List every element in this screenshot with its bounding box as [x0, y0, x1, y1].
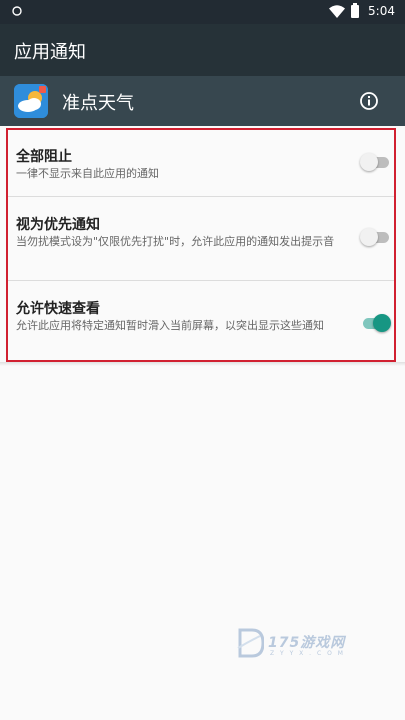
watermark-text: 175游戏网 [268, 635, 346, 651]
notification-settings-list: 全部阻止 一律不显示来自此应用的通知 视为优先通知 当勿扰模式设为"仅限优先打扰… [6, 128, 396, 362]
peek-toggle[interactable] [360, 313, 391, 333]
setting-label: 视为优先通知 [16, 217, 100, 233]
setting-description: 当勿扰模式设为"仅限优先打扰"时，允许此应用的通知发出提示音 [16, 235, 335, 248]
info-icon[interactable] [359, 91, 379, 111]
app-name: 准点天气 [62, 93, 134, 114]
setting-description: 一律不显示来自此应用的通知 [16, 167, 159, 180]
watermark-logo-icon [237, 628, 264, 658]
status-bar: 5:04 [0, 0, 405, 24]
setting-priority[interactable]: 视为优先通知 当勿扰模式设为"仅限优先打扰"时，允许此应用的通知发出提示音 [8, 197, 394, 280]
setting-description: 允许此应用将特定通知暂时滑入当前屏幕，以突出显示这些通知 [16, 319, 324, 332]
status-time: 5:04 [368, 4, 395, 18]
watermark: 175游戏网 Z Y Y X . C O M [236, 628, 366, 664]
block-all-toggle[interactable] [360, 152, 390, 172]
app-header: 准点天气 [0, 76, 405, 126]
battery-icon [351, 3, 359, 18]
toolbar: 应用通知 [0, 24, 405, 76]
priority-toggle[interactable] [360, 227, 390, 247]
setting-peek[interactable]: 允许快速查看 允许此应用将特定通知暂时滑入当前屏幕，以突出显示这些通知 [8, 281, 394, 361]
wifi-icon [329, 5, 345, 18]
toggle-thumb [373, 314, 391, 332]
page-title: 应用通知 [14, 42, 86, 63]
toggle-thumb [360, 153, 378, 171]
watermark-subtext: Z Y Y X . C O M [270, 650, 345, 657]
weather-logo-graphic [14, 84, 48, 118]
setting-block-all[interactable]: 全部阻止 一律不显示来自此应用的通知 [8, 130, 394, 196]
notification-app-icon [12, 6, 22, 16]
setting-label: 允许快速查看 [16, 301, 100, 317]
setting-label: 全部阻止 [16, 149, 72, 165]
list-shadow [0, 362, 405, 366]
toggle-thumb [360, 228, 378, 246]
weather-app-icon [14, 84, 48, 118]
